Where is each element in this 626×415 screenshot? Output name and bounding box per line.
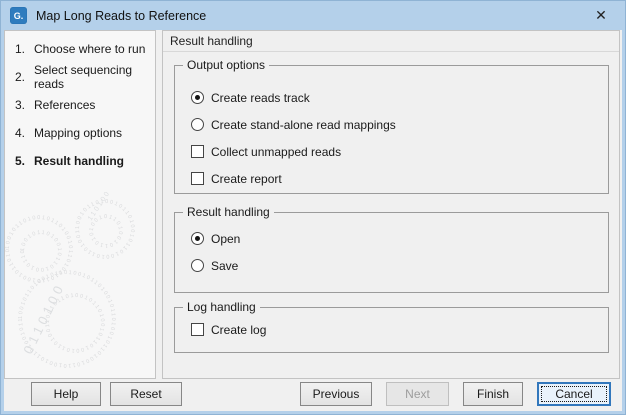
previous-button[interactable]: Previous (300, 382, 372, 406)
option-label: Collect unmapped reads (211, 145, 341, 159)
titlebar: G. Map Long Reads to Reference ✕ (1, 1, 625, 30)
map-long-reads-dialog: G. Map Long Reads to Reference ✕ 1. Choo… (0, 0, 626, 415)
close-icon[interactable]: ✕ (590, 5, 612, 27)
step-label: Mapping options (34, 126, 122, 140)
option-label: Create stand-alone read mappings (211, 118, 396, 132)
step-number: 2. (15, 70, 34, 84)
group-legend: Log handling (183, 300, 260, 315)
radio-create-standalone-read-mappings[interactable]: Create stand-alone read mappings (175, 111, 608, 138)
checkbox-collect-unmapped-reads[interactable]: Collect unmapped reads (175, 138, 608, 165)
window-title: Map Long Reads to Reference (36, 9, 206, 23)
wizard-steps-sidebar: 1. Choose where to run 2. Select sequenc… (4, 30, 156, 379)
option-label: Save (211, 259, 238, 273)
cancel-button[interactable]: Cancel (537, 382, 611, 406)
result-handling-panel: Result handling Output options Create re… (162, 30, 620, 379)
next-button: Next (386, 382, 449, 406)
footer-left-buttons: Help Reset (31, 382, 182, 406)
radio-icon (191, 232, 204, 245)
step-mapping-options: 4. Mapping options (5, 119, 155, 147)
step-label: References (34, 98, 95, 112)
option-label: Create log (211, 323, 266, 337)
step-number: 3. (15, 98, 34, 112)
app-icon: G. (10, 7, 27, 24)
step-label: Result handling (34, 154, 124, 168)
radio-create-reads-track[interactable]: Create reads track (175, 84, 608, 111)
checkbox-icon (191, 323, 204, 336)
checkbox-icon (191, 145, 204, 158)
step-number: 5. (15, 154, 34, 168)
step-label: Choose where to run (34, 42, 145, 56)
step-result-handling: 5. Result handling (5, 147, 155, 175)
radio-icon (191, 91, 204, 104)
option-label: Open (211, 232, 240, 246)
step-number: 4. (15, 126, 34, 140)
log-handling-group: Log handling Create log (174, 307, 609, 353)
radio-save[interactable]: Save (175, 252, 608, 279)
finish-button[interactable]: Finish (463, 382, 523, 406)
group-legend: Output options (183, 58, 269, 73)
radio-open[interactable]: Open (175, 225, 608, 252)
checkbox-icon (191, 172, 204, 185)
radio-icon (191, 259, 204, 272)
step-select-sequencing-reads: 2. Select sequencing reads (5, 63, 155, 91)
dialog-body: 1. Choose where to run 2. Select sequenc… (4, 30, 622, 411)
group-legend: Result handling (183, 205, 274, 220)
option-label: Create reads track (211, 91, 310, 105)
option-label: Create report (211, 172, 282, 186)
dialog-footer: Help Reset Previous Next Finish Cancel (4, 378, 622, 411)
checkbox-create-log[interactable]: Create log (175, 316, 608, 343)
radio-icon (191, 118, 204, 131)
steps-list: 1. Choose where to run 2. Select sequenc… (5, 31, 155, 175)
step-references: 3. References (5, 91, 155, 119)
output-options-group: Output options Create reads track Create… (174, 65, 609, 194)
result-handling-group: Result handling Open Save (174, 212, 609, 293)
help-button[interactable]: Help (31, 382, 101, 406)
step-choose-where-to-run: 1. Choose where to run (5, 35, 155, 63)
step-label: Select sequencing reads (34, 63, 155, 91)
checkbox-create-report[interactable]: Create report (175, 165, 608, 192)
footer-right-buttons: Previous Next Finish Cancel (300, 382, 611, 406)
binary-spiral-watermark: 1001011010010110100101101001011010010110… (5, 141, 155, 376)
panel-title: Result handling (163, 31, 619, 52)
reset-button[interactable]: Reset (110, 382, 182, 406)
step-number: 1. (15, 42, 34, 56)
